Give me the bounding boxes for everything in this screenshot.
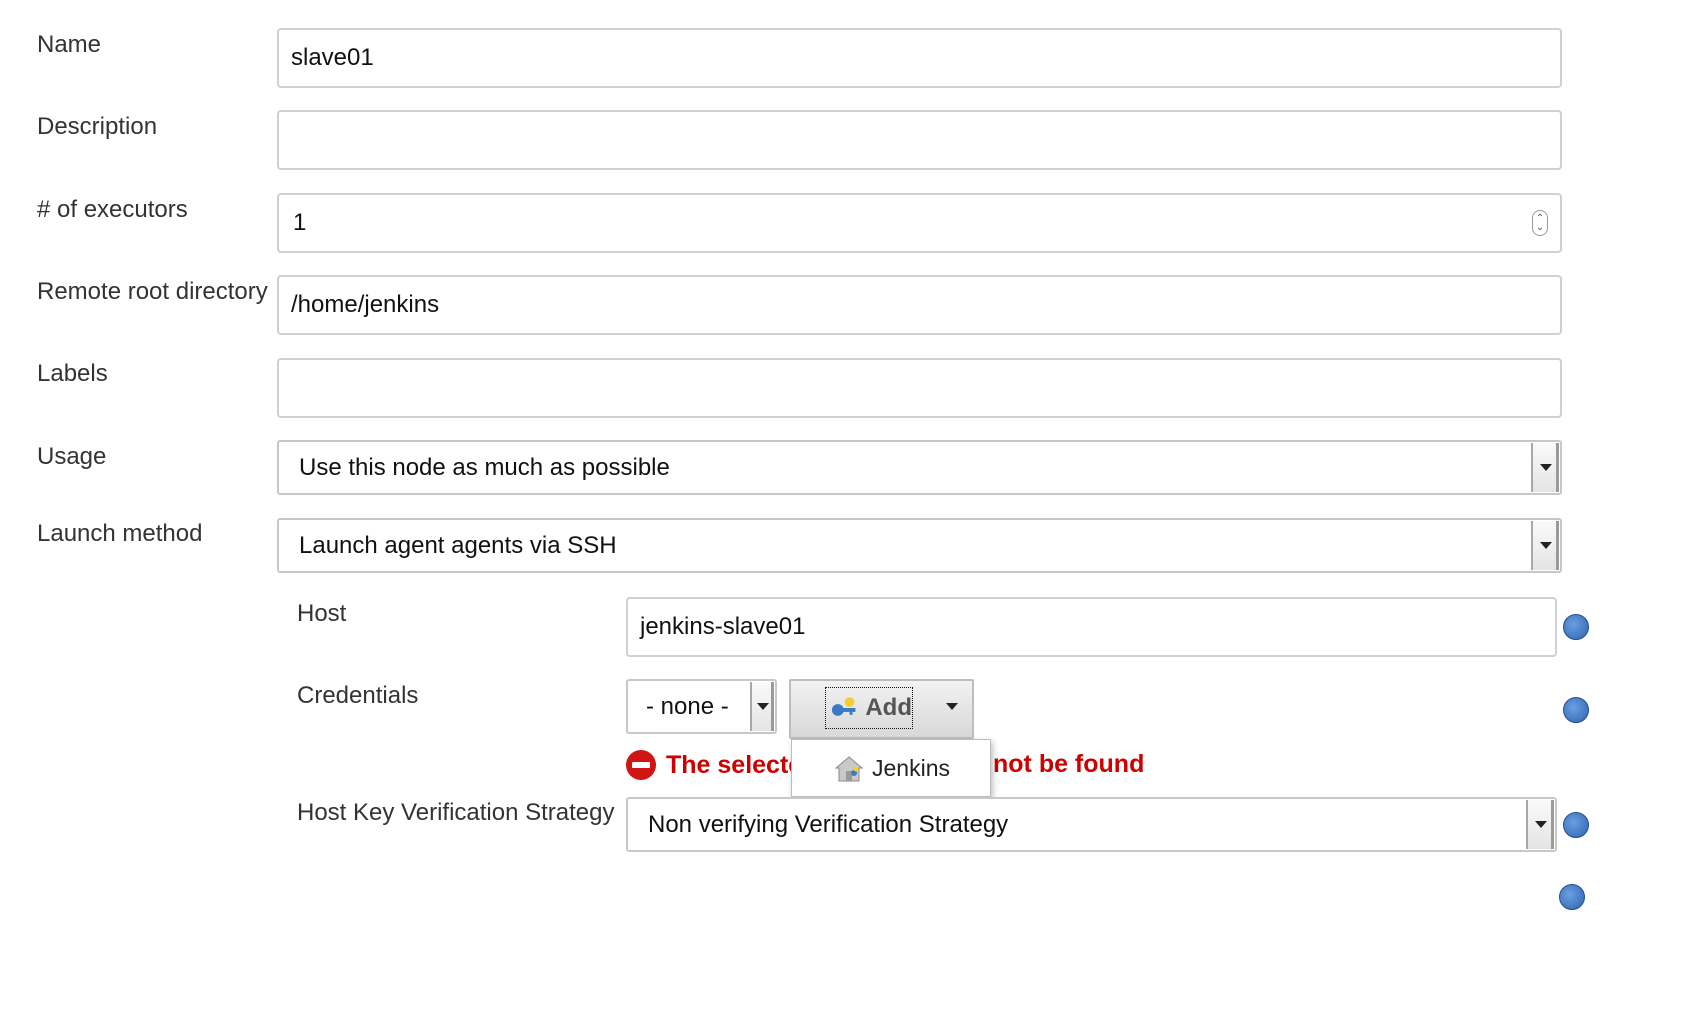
executors-value: 1	[293, 209, 307, 236]
host-key-dropdown-arrow[interactable]	[1526, 800, 1554, 849]
name-input[interactable]: slave01	[277, 28, 1562, 88]
add-credentials-button[interactable]: Add	[789, 679, 974, 739]
no-entry-icon	[626, 750, 656, 780]
host-key-selected: Non verifying Verification Strategy	[648, 810, 1009, 838]
credentials-dropdown-arrow[interactable]	[750, 682, 774, 731]
menu-item-label: Jenkins	[872, 754, 950, 781]
credentials-error-end: not be found	[993, 750, 1144, 779]
remote-root-label: Remote root directory	[37, 278, 268, 305]
credentials-label: Credentials	[297, 682, 419, 709]
add-button-focus: Add	[825, 687, 913, 729]
caret-down-icon	[946, 703, 958, 710]
name-label: Name	[37, 31, 102, 58]
host-value: jenkins-slave01	[640, 613, 806, 640]
help-icon[interactable]	[1563, 614, 1589, 640]
usage-select[interactable]: Use this node as much as possible	[277, 440, 1562, 495]
add-button-label: Add	[865, 694, 912, 721]
description-input[interactable]	[277, 110, 1562, 170]
add-button-dropdown[interactable]	[946, 703, 958, 710]
credentials-selected: - none -	[646, 692, 729, 720]
error-text-start: The selecte	[666, 750, 803, 779]
spinner-down-icon[interactable]: ⌄	[1536, 223, 1544, 233]
error-text-end: not be found	[993, 750, 1145, 778]
launch-method-selected: Launch agent agents via SSH	[299, 531, 617, 559]
chevron-down-icon	[1535, 821, 1547, 828]
credentials-select[interactable]: - none -	[626, 679, 777, 734]
help-icon[interactable]	[1563, 812, 1589, 838]
chevron-down-icon	[1540, 542, 1552, 549]
usage-selected: Use this node as much as possible	[299, 453, 670, 481]
chevron-down-icon	[757, 703, 769, 710]
chevron-down-icon	[1540, 464, 1552, 471]
host-label: Host	[297, 600, 347, 627]
usage-label: Usage	[37, 443, 107, 470]
name-value: slave01	[291, 44, 374, 71]
usage-dropdown-arrow[interactable]	[1531, 443, 1559, 492]
executors-input[interactable]: 1 ⌃ ⌄	[277, 193, 1562, 253]
remote-root-input[interactable]: /home/jenkins	[277, 275, 1562, 335]
jenkins-store-icon	[834, 756, 864, 782]
executors-label: # of executors	[37, 196, 188, 223]
add-credentials-menu: Jenkins	[791, 739, 991, 797]
launch-method-label: Launch method	[37, 520, 203, 547]
host-key-label: Host Key Verification Strategy	[297, 799, 615, 826]
labels-input[interactable]	[277, 358, 1562, 418]
host-key-strategy-select[interactable]: Non verifying Verification Strategy	[626, 797, 1557, 852]
help-icon[interactable]	[1563, 697, 1589, 723]
labels-label: Labels	[37, 360, 108, 387]
number-spinner[interactable]: ⌃ ⌄	[1532, 210, 1548, 236]
launch-method-select[interactable]: Launch agent agents via SSH	[277, 518, 1562, 573]
launch-method-dropdown-arrow[interactable]	[1531, 521, 1559, 570]
host-input[interactable]: jenkins-slave01	[626, 597, 1557, 657]
credentials-error: The selecte	[626, 750, 802, 780]
key-icon	[831, 697, 856, 716]
remote-root-value: /home/jenkins	[291, 291, 440, 318]
help-icon[interactable]	[1559, 884, 1585, 910]
menu-item-jenkins[interactable]: Jenkins	[792, 740, 990, 796]
description-label: Description	[37, 113, 158, 140]
